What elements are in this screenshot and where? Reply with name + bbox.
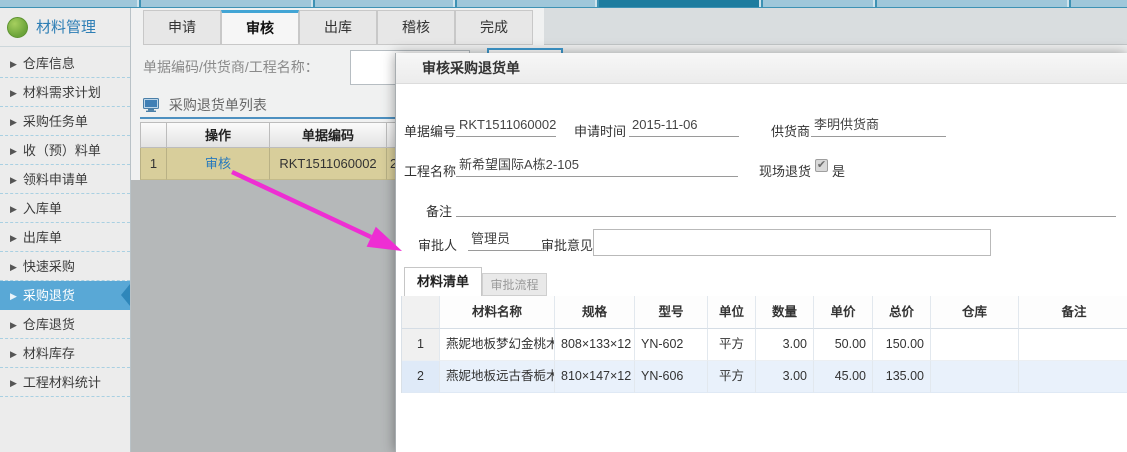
triangle-bullet-icon: ▶ bbox=[10, 320, 17, 330]
material-row[interactable]: 1 燕妮地板梦幻金桃木 808×133×12 YN-602 平方 3.00 50… bbox=[402, 329, 1127, 361]
triangle-bullet-icon: ▶ bbox=[10, 291, 17, 301]
materials-table-header: 材料名称 规格 型号 单位 数量 单价 总价 仓库 备注 bbox=[402, 296, 1127, 329]
list-empty-area bbox=[131, 180, 395, 452]
triangle-bullet-icon: ▶ bbox=[10, 233, 17, 243]
tab-outbound[interactable]: 出库 bbox=[299, 10, 377, 45]
triangle-bullet-icon: ▶ bbox=[10, 59, 17, 69]
approver-value: 管理员 bbox=[468, 229, 546, 251]
sidebar-item-purchase-return[interactable]: ▶采购退货 bbox=[0, 281, 130, 310]
remark-value[interactable] bbox=[456, 195, 1116, 217]
sidebar-item-material-demand-plan[interactable]: ▶材料需求计划 bbox=[0, 78, 130, 107]
top-strip-segment[interactable] bbox=[457, 0, 597, 7]
triangle-bullet-icon: ▶ bbox=[10, 175, 17, 185]
sidebar-item-outbound[interactable]: ▶出库单 bbox=[0, 223, 130, 252]
audit-dialog: 审核采购退货单 单据编号 RKT1511060002 申请时间 2015-11-… bbox=[395, 53, 1127, 452]
triangle-bullet-icon: ▶ bbox=[10, 204, 17, 214]
tab-check[interactable]: 稽核 bbox=[377, 10, 455, 45]
tab-approval-flow[interactable]: 审批流程 bbox=[482, 273, 547, 296]
sidebar-header: 材料管理 bbox=[0, 8, 130, 47]
apply-time-value: 2015-11-06 bbox=[629, 115, 739, 137]
sidebar-item-warehouse-return[interactable]: ▶仓库退货 bbox=[0, 310, 130, 339]
onsite-return-label: 现场退货 bbox=[759, 161, 811, 180]
materials-table: 材料名称 规格 型号 单位 数量 单价 总价 仓库 备注 1 燕妮地板梦幻金桃木… bbox=[401, 296, 1127, 393]
top-strip-segment[interactable] bbox=[1071, 0, 1127, 7]
sidebar-item-quick-purchase[interactable]: ▶快速采购 bbox=[0, 252, 130, 281]
sidebar-menu: ▶仓库信息 ▶材料需求计划 ▶采购任务单 ▶收（预）料单 ▶领料申请单 ▶入库单… bbox=[0, 49, 130, 397]
order-code: RKT1511060002 bbox=[270, 148, 387, 180]
header-band bbox=[544, 8, 1127, 45]
opinion-input[interactable] bbox=[593, 229, 991, 256]
panel-title-rule bbox=[140, 117, 400, 119]
apply-time-label: 申请时间 bbox=[574, 121, 626, 140]
active-item-notch bbox=[121, 284, 130, 306]
dialog-header: 审核采购退货单 bbox=[396, 53, 1127, 84]
supplier-value: 李明供货商 bbox=[811, 115, 946, 137]
triangle-bullet-icon: ▶ bbox=[10, 88, 17, 98]
top-tab-strip bbox=[0, 0, 1127, 8]
triangle-bullet-icon: ▶ bbox=[10, 146, 17, 156]
tab-material-list[interactable]: 材料清单 bbox=[404, 267, 482, 296]
dialog-title: 审核采购退货单 bbox=[422, 53, 520, 84]
triangle-bullet-icon: ▶ bbox=[10, 117, 17, 127]
triangle-bullet-icon: ▶ bbox=[10, 262, 17, 272]
doc-no-value: RKT1511060002 bbox=[456, 115, 556, 137]
onsite-checkbox[interactable]: ✔ bbox=[815, 159, 828, 172]
approver-label: 审批人 bbox=[418, 235, 457, 254]
remark-label: 备注 bbox=[426, 201, 452, 220]
sidebar-item-material-stock[interactable]: ▶材料库存 bbox=[0, 339, 130, 368]
triangle-bullet-icon: ▶ bbox=[10, 349, 17, 359]
monitor-icon bbox=[143, 98, 159, 115]
supplier-label: 供货商 bbox=[771, 121, 810, 140]
onsite-yes-label: 是 bbox=[832, 161, 845, 180]
module-logo-icon bbox=[7, 17, 28, 38]
tab-apply[interactable]: 申请 bbox=[143, 10, 221, 45]
triangle-bullet-icon: ▶ bbox=[10, 378, 17, 388]
tab-audit[interactable]: 审核 bbox=[221, 10, 299, 45]
sidebar-item-project-material-stats[interactable]: ▶工程材料统计 bbox=[0, 368, 130, 397]
list-panel-title: 采购退货单列表 bbox=[143, 95, 267, 115]
tab-complete[interactable]: 完成 bbox=[455, 10, 533, 45]
top-strip-segment[interactable] bbox=[141, 0, 313, 7]
list-table-header: 操作 单据编码 bbox=[140, 122, 397, 148]
sidebar-item-purchase-task[interactable]: ▶采购任务单 bbox=[0, 107, 130, 136]
material-row[interactable]: 2 燕妮地板远古香栀木 810×147×12 YN-606 平方 3.00 45… bbox=[402, 361, 1127, 393]
search-label: 单据编码/供货商/工程名称： bbox=[143, 57, 319, 77]
opinion-label: 审批意见 bbox=[541, 235, 593, 254]
sidebar-item-receive-material[interactable]: ▶收（预）料单 bbox=[0, 136, 130, 165]
audit-action-link[interactable]: 审核 bbox=[205, 156, 231, 171]
sidebar-item-inbound[interactable]: ▶入库单 bbox=[0, 194, 130, 223]
project-value: 新希望国际A栋2-105 bbox=[456, 155, 738, 177]
top-strip-segment-active[interactable] bbox=[599, 0, 761, 7]
top-strip-segment[interactable] bbox=[763, 0, 875, 7]
sidebar: 材料管理 ▶仓库信息 ▶材料需求计划 ▶采购任务单 ▶收（预）料单 ▶领料申请单… bbox=[0, 8, 131, 452]
project-label: 工程名称 bbox=[404, 161, 456, 180]
table-row-selected[interactable]: 1 审核 RKT1511060002 2 bbox=[140, 148, 397, 180]
top-strip-segment[interactable] bbox=[0, 0, 139, 7]
return-order-list-table: 操作 单据编码 1 审核 RKT1511060002 2 bbox=[140, 122, 397, 180]
sidebar-item-material-request[interactable]: ▶领料申请单 bbox=[0, 165, 130, 194]
top-strip-segment[interactable] bbox=[315, 0, 455, 7]
module-title: 材料管理 bbox=[36, 8, 96, 47]
top-strip-segment[interactable] bbox=[877, 0, 1069, 7]
sidebar-item-warehouse-info[interactable]: ▶仓库信息 bbox=[0, 49, 130, 78]
app-window: 材料管理 ▶仓库信息 ▶材料需求计划 ▶采购任务单 ▶收（预）料单 ▶领料申请单… bbox=[0, 0, 1127, 452]
doc-no-label: 单据编号 bbox=[404, 121, 456, 140]
